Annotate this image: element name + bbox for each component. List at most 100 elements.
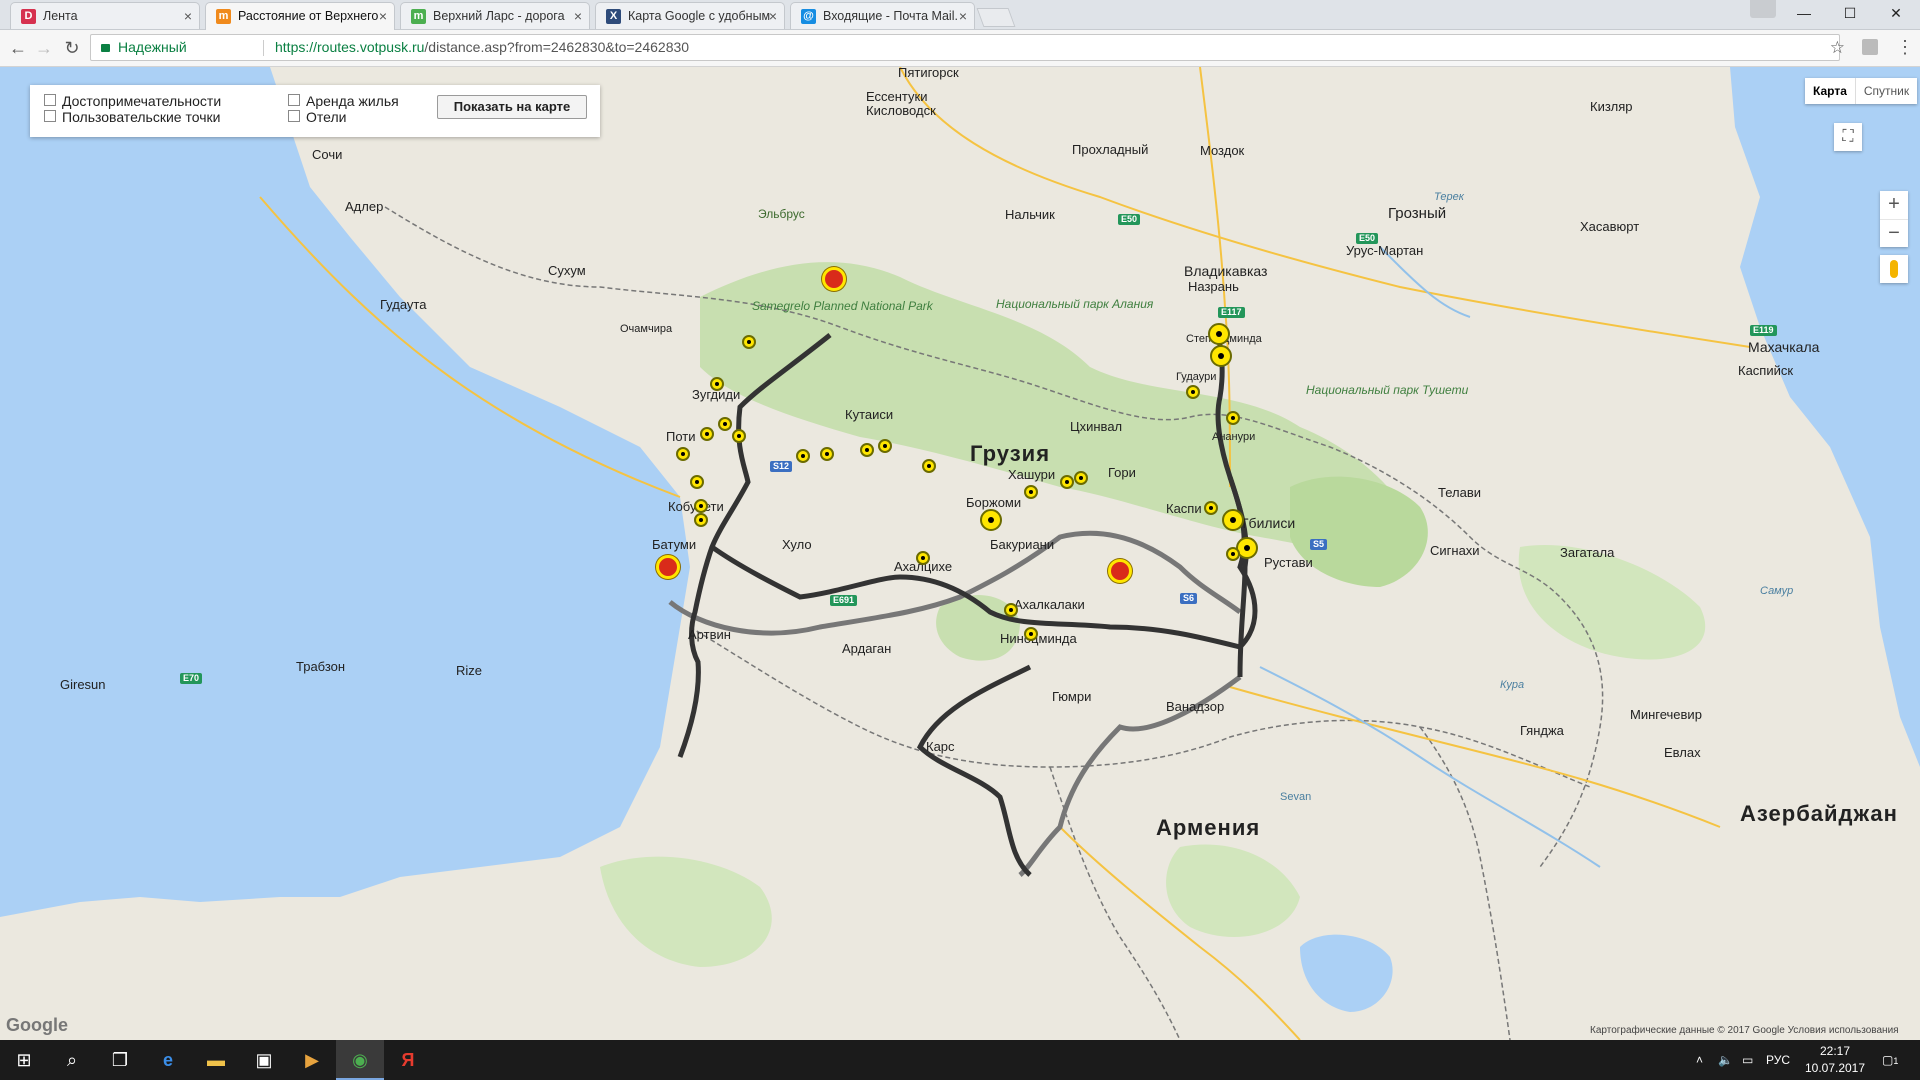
checkbox-box[interactable]	[288, 94, 300, 106]
checkbox-rentals[interactable]: Аренда жилья	[288, 93, 399, 109]
poi-kobuleti-3[interactable]	[694, 513, 708, 527]
network-icon[interactable]: ▭	[1742, 1040, 1753, 1080]
tab-lenta[interactable]: D Лента ×	[10, 2, 200, 29]
store-icon[interactable]: ▣	[240, 1040, 288, 1080]
map-graphics	[0, 67, 1920, 1040]
poi-poti-3[interactable]	[676, 447, 690, 461]
show-on-map-button[interactable]: Показать на карте	[437, 95, 587, 119]
poi-tbilisi-3[interactable]	[1226, 547, 1240, 561]
address-bar[interactable]: Надежный https://routes.votpusk.ru/dista…	[90, 34, 1845, 61]
url-path: /distance.asp?from=2462830&to=2462830	[424, 39, 690, 55]
edge-icon[interactable]: e	[144, 1040, 192, 1080]
poi-khashuri[interactable]	[1024, 485, 1038, 499]
route-marker-tsalka[interactable]	[1108, 559, 1132, 583]
poi-kobuleti-2[interactable]	[694, 499, 708, 513]
poi-kutaisi-1[interactable]	[820, 447, 834, 461]
poi-poti-2[interactable]	[732, 429, 746, 443]
checkbox-box[interactable]	[288, 110, 300, 122]
forward-button[interactable]: →	[32, 37, 56, 59]
label-trabzon: Трабзон	[296, 659, 346, 674]
taskbar-clock[interactable]: 22:17 10.07.2017	[1800, 1043, 1870, 1077]
poi-gergeti[interactable]	[1210, 345, 1232, 367]
poi-kobuleti-1[interactable]	[690, 475, 704, 489]
poi-akhaltsikhe[interactable]	[916, 551, 930, 565]
back-button[interactable]: ←	[6, 37, 30, 59]
checkbox-user-points[interactable]: Пользовательские точки	[44, 109, 220, 125]
label-ninotsminda: Ниноцминда	[1000, 631, 1077, 646]
poi-ananuri[interactable]	[1226, 411, 1240, 425]
zoom-in-button[interactable]: +	[1880, 191, 1908, 220]
label-tskhinval: Цхинвал	[1070, 419, 1123, 434]
volume-icon[interactable]: 🔈	[1718, 1040, 1733, 1080]
poi-poti-1[interactable]	[700, 427, 714, 441]
reload-button[interactable]: ↻	[60, 37, 84, 59]
poi-zestaponi[interactable]	[922, 459, 936, 473]
bookmark-star-icon[interactable]: ☆	[1830, 35, 1845, 60]
keyboard-language[interactable]: РУС	[1766, 1040, 1790, 1080]
tab-close-icon[interactable]: ×	[959, 3, 967, 29]
map-type-satellite-button[interactable]: Спутник	[1856, 78, 1917, 104]
poi-ninotsminda[interactable]	[1024, 627, 1038, 641]
minimize-button[interactable]: —	[1782, 0, 1826, 28]
extension-icon[interactable]	[1862, 39, 1878, 55]
tab-google-map[interactable]: X Карта Google с удобным ×	[595, 2, 785, 29]
search-icon[interactable]: ⌕	[48, 1040, 96, 1080]
poi-samtredia[interactable]	[796, 449, 810, 463]
tab-title: Карта Google с удобным	[628, 9, 771, 23]
tab-upper-lars[interactable]: m Верхний Ларс - дорога ×	[400, 2, 590, 29]
chrome-icon[interactable]: ◉	[336, 1040, 384, 1080]
file-explorer-icon[interactable]: ▬	[192, 1040, 240, 1080]
poi-mtskheta[interactable]	[1204, 501, 1218, 515]
tab-close-icon[interactable]: ×	[769, 3, 777, 29]
poi-kutaisi-3[interactable]	[878, 439, 892, 453]
secure-indicator[interactable]: Надежный	[101, 35, 187, 60]
poi-gudauri[interactable]	[1186, 385, 1200, 399]
poi-akhalkalaki[interactable]	[1004, 603, 1018, 617]
tray-chevron-icon[interactable]: ˄	[1696, 1040, 1703, 1080]
tab-close-icon[interactable]: ×	[574, 3, 582, 29]
label-rustavi: Рустави	[1264, 555, 1313, 570]
poi-jvari[interactable]	[742, 335, 756, 349]
new-tab-button[interactable]	[976, 8, 1016, 27]
notifications-icon[interactable]: ▢1	[1882, 1040, 1898, 1080]
label-kizlyar: Кизляр	[1590, 99, 1633, 114]
url-text[interactable]: https://routes.votpusk.ru/distance.asp?f…	[275, 35, 689, 60]
tab-distance[interactable]: m Расстояние от Верхнего ×	[205, 2, 395, 30]
poi-anaklia[interactable]	[718, 417, 732, 431]
map-copyright[interactable]: Картографические данные © 2017 Google Ус…	[1590, 1025, 1899, 1036]
close-window-button[interactable]: ✕	[1874, 0, 1918, 28]
poi-tbilisi-1[interactable]	[1222, 509, 1244, 531]
route-marker-batumi[interactable]	[656, 555, 680, 579]
poi-zugdidi[interactable]	[710, 377, 724, 391]
zoom-out-button[interactable]: −	[1880, 220, 1908, 248]
profile-icon[interactable]	[1750, 0, 1776, 18]
map-type-map-button[interactable]: Карта	[1805, 78, 1856, 104]
poi-borjomi[interactable]	[980, 509, 1002, 531]
browser-menu-icon[interactable]: ⋮	[1896, 36, 1914, 58]
route-start-marker[interactable]	[822, 267, 846, 291]
poi-kutaisi-2[interactable]	[860, 443, 874, 457]
label-khulo: Хуло	[782, 537, 812, 552]
checkbox-attractions[interactable]: Достопримечательности	[44, 93, 221, 109]
checkbox-hotels[interactable]: Отели	[288, 109, 346, 125]
yandex-browser-icon[interactable]: Я	[384, 1040, 432, 1080]
label-tbilisi: Тбилиси	[1240, 515, 1296, 531]
poi-gori-2[interactable]	[1074, 471, 1088, 485]
maximize-button[interactable]: ☐	[1828, 0, 1872, 28]
poi-stepantsminda[interactable]	[1208, 323, 1230, 345]
street-view-pegman-icon[interactable]	[1880, 255, 1908, 283]
tab-close-icon[interactable]: ×	[184, 3, 192, 29]
checkbox-box[interactable]	[44, 110, 56, 122]
mail-favicon-icon: @	[801, 9, 816, 24]
start-button-icon[interactable]: ⊞	[0, 1040, 48, 1080]
poi-gori-1[interactable]	[1060, 475, 1074, 489]
tab-close-icon[interactable]: ×	[379, 3, 387, 30]
fullscreen-icon[interactable]: ⛶	[1834, 123, 1862, 151]
tab-mail[interactable]: @ Входящие - Почта Mail. ×	[790, 2, 975, 29]
task-view-icon[interactable]: ❐	[96, 1040, 144, 1080]
label-kutaisi: Кутаиси	[845, 407, 894, 422]
media-player-icon[interactable]: ▶	[288, 1040, 336, 1080]
map-canvas[interactable]: Пятигорск Ессентуки Кисловодск Нальчик П…	[0, 67, 1920, 1040]
label-sevan-lake: Sevan	[1280, 791, 1312, 803]
checkbox-box[interactable]	[44, 94, 56, 106]
